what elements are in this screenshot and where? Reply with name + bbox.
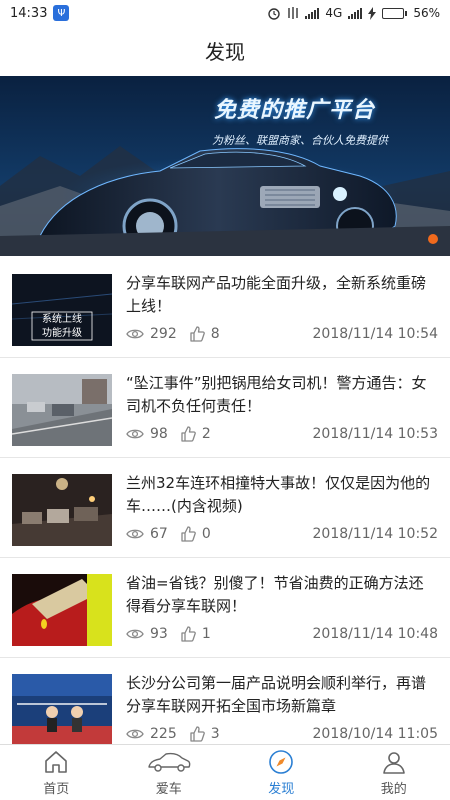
news-thumbnail bbox=[12, 574, 112, 646]
thumbs-up-icon bbox=[181, 626, 196, 642]
status-time: 14:33 bbox=[10, 5, 48, 21]
thumb-text-2: 功能升级 bbox=[42, 326, 82, 339]
tab-label: 首页 bbox=[43, 781, 70, 797]
battery-icon bbox=[382, 7, 408, 19]
charging-icon bbox=[368, 6, 377, 20]
thumbs-up-icon bbox=[181, 426, 196, 442]
news-thumbnail bbox=[12, 474, 112, 546]
promo-banner[interactable]: 免费的推广平台 为粉丝、联盟商家、合伙人免费提供 bbox=[0, 76, 450, 256]
news-title: 省油=省钱？别傻了！节省油费的正确方法还得看分享车联网！ bbox=[126, 574, 424, 615]
eye-icon bbox=[126, 729, 144, 739]
thumbs-up-icon bbox=[190, 726, 205, 742]
news-thumbnail: 系统上线 功能升级 bbox=[12, 274, 112, 346]
news-date: 2018/11/14 10:48 bbox=[312, 626, 439, 642]
list-item[interactable]: 省油=省钱？别傻了！节省油费的正确方法还得看分享车联网！ 93 1 2018/1… bbox=[0, 558, 450, 658]
banner-title: 免费的推广平台 bbox=[214, 98, 376, 123]
battery-percent: 56% bbox=[413, 6, 440, 20]
tab-home[interactable]: 首页 bbox=[0, 745, 113, 800]
signal-icon-2 bbox=[348, 7, 363, 19]
tab-label: 爱车 bbox=[155, 781, 182, 797]
list-item[interactable]: 系统上线 功能升级 分享车联网产品功能全面升级，全新系统重磅上线！ 292 8 … bbox=[0, 258, 450, 358]
tab-me[interactable]: 我的 bbox=[338, 745, 450, 800]
view-count: 93 bbox=[150, 626, 168, 642]
tab-label: 我的 bbox=[380, 781, 407, 797]
news-date: 2018/11/14 10:53 bbox=[312, 426, 439, 442]
eye-icon bbox=[126, 429, 144, 439]
list-item[interactable]: 兰州32车连环相撞特大事故！仅仅是因为他的车……(内含视频) 67 0 2018… bbox=[0, 458, 450, 558]
like-count: 0 bbox=[201, 526, 211, 542]
network-type: 4G bbox=[325, 6, 343, 20]
tab-label: 发现 bbox=[268, 781, 295, 797]
news-date: 2018/11/14 10:54 bbox=[312, 326, 439, 342]
news-title: 分享车联网产品功能全面升级，全新系统重磅上线！ bbox=[126, 274, 427, 315]
eye-icon bbox=[126, 529, 144, 539]
car-icon bbox=[148, 752, 191, 772]
news-title: 长沙分公司第一届产品说明会顺利举行，再谱分享车联网开拓全国市场新篇章 bbox=[126, 674, 427, 715]
view-count: 225 bbox=[150, 726, 177, 742]
tab-car[interactable]: 爱车 bbox=[113, 745, 226, 800]
list-item[interactable]: “坠江事件”别把锅甩给女司机！警方通告：女司机不负任何责任！ 98 2 2018… bbox=[0, 358, 450, 458]
thumbs-up-icon bbox=[190, 326, 205, 342]
view-count: 98 bbox=[150, 426, 168, 442]
page-title: 发现 bbox=[205, 39, 245, 64]
vibrate-icon bbox=[288, 7, 299, 19]
eye-icon bbox=[126, 329, 144, 339]
news-title: “坠江事件”别把锅甩给女司机！警方通告：女司机不负任何责任！ bbox=[126, 374, 427, 415]
signal-icon bbox=[305, 7, 320, 19]
eye-icon bbox=[126, 629, 144, 639]
news-thumbnail bbox=[12, 674, 112, 744]
news-list: 系统上线 功能升级 分享车联网产品功能全面升级，全新系统重磅上线！ 292 8 … bbox=[0, 258, 450, 744]
view-count: 67 bbox=[150, 526, 168, 542]
like-count: 8 bbox=[210, 326, 220, 342]
alarm-icon bbox=[268, 8, 281, 20]
like-count: 2 bbox=[201, 426, 211, 442]
list-item[interactable]: 长沙分公司第一届产品说明会顺利举行，再谱分享车联网开拓全国市场新篇章 225 3… bbox=[0, 658, 450, 744]
like-count: 3 bbox=[210, 726, 220, 742]
thumb-text-1: 系统上线 bbox=[42, 312, 82, 325]
news-thumbnail bbox=[12, 374, 112, 446]
user-icon bbox=[382, 751, 405, 774]
carousel-indicator[interactable] bbox=[428, 234, 438, 244]
thumbs-up-icon bbox=[181, 526, 196, 542]
news-title: 兰州32车连环相撞特大事故！仅仅是因为他的车……(内含视频) bbox=[126, 474, 431, 515]
status-bar: 14:33 Ψ 4G 56% bbox=[0, 0, 450, 26]
banner-subtitle: 为粉丝、联盟商家、合伙人免费提供 bbox=[212, 134, 388, 147]
news-date: 2018/10/14 11:05 bbox=[312, 726, 439, 742]
news-date: 2018/11/14 10:52 bbox=[312, 526, 439, 542]
usb-icon: Ψ bbox=[53, 5, 70, 21]
view-count: 292 bbox=[150, 326, 177, 342]
home-icon bbox=[45, 750, 68, 773]
bottom-tab-bar: 首页 爱车 发现 我的 bbox=[0, 744, 450, 800]
tab-discover[interactable]: 发现 bbox=[225, 745, 338, 800]
like-count: 1 bbox=[201, 626, 211, 642]
compass-icon bbox=[269, 749, 294, 774]
